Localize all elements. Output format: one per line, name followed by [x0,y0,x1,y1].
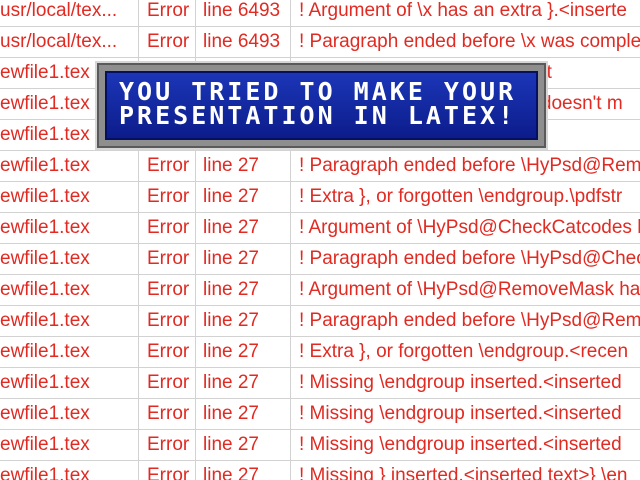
message-cell: ! Missing } inserted.<inserted text>} \e… [299,465,628,480]
type-cell: Error [147,248,190,269]
line-cell: line 27 [203,434,259,455]
line-cell: line 27 [203,465,259,480]
type-cell: Error [147,341,190,362]
file-cell: ewfile1.tex [0,434,90,455]
type-cell: Error [147,279,190,300]
meme-caption-line-2: PRESENTATION IN LATEX! [119,101,517,130]
line-cell: line 27 [203,248,259,269]
type-cell: Error [147,310,190,331]
type-cell: Error [147,155,190,176]
line-cell: line 6493 [203,0,281,21]
message-cell: ! Paragraph ended before \HyPsd@Remo [299,155,640,176]
table-row[interactable]: ewfile1.tex Error line 27 ! Argument of \Hy… [0,213,640,244]
line-cell: line 27 [203,155,259,176]
file-cell: usr/local/tex... [0,31,118,52]
type-cell: Error [147,403,190,424]
line-cell: line 27 [203,403,259,424]
message-cell: ! Paragraph ended before \HyPsd@Check [299,248,640,269]
line-cell: line 27 [203,279,259,300]
message-cell: ! Paragraph ended before \x was comple [299,31,640,52]
file-cell: ewfile1.tex [0,310,90,331]
type-cell: Error [147,434,190,455]
file-cell: ewfile1.tex [0,465,90,480]
file-cell: ewfile1.tex [0,372,90,393]
line-cell: line 27 [203,186,259,207]
message-cell: ! Argument of \HyPsd@RemoveMask has [299,279,640,300]
line-cell: line 27 [203,372,259,393]
table-row[interactable]: ewfile1.tex Error line 27 ! Missing \endgro… [0,399,640,430]
file-cell: usr/local/tex... [0,0,118,21]
file-cell: ewfile1.tex [0,341,90,362]
line-cell: line 27 [203,341,259,362]
message-cell: ! Missing \endgroup inserted.<inserted [299,434,622,455]
table-row[interactable]: ewfile1.tex Error line 27 ! Paragraph ended… [0,306,640,337]
file-cell: ewfile1.tex [0,186,90,207]
table-row[interactable]: ewfile1.tex Error line 27 ! Extra }, or for… [0,182,640,213]
table-row[interactable]: ewfile1.tex Error line 27 ! Paragraph ended… [0,151,640,182]
file-cell: ewfile1.tex [0,248,90,269]
message-cell: ! Missing \endgroup inserted.<inserted [299,372,622,393]
file-cell: ewfile1.tex [0,403,90,424]
table-row[interactable]: ewfile1.tex Error line 27 ! Missing \endgro… [0,430,640,461]
table-row[interactable]: ewfile1.tex Error line 27 ! Argument of \Hy… [0,275,640,306]
file-cell: ewfile1.tex [0,155,90,176]
type-cell: Error [147,372,190,393]
message-cell: ! Extra }, or forgotten \endgroup.<recen [299,341,629,362]
line-cell: line 27 [203,310,259,331]
table-row[interactable]: ewfile1.tex Error line 27 ! Missing } inser… [0,461,640,480]
table-row[interactable]: ewfile1.tex Error line 27 ! Paragraph ended… [0,244,640,275]
message-cell: ! Argument of \HyPsd@CheckCatcodes h [299,217,640,238]
table-row[interactable]: usr/local/tex... Error line 6493 ! Argument… [0,0,640,27]
message-cell: ! Extra }, or forgotten \endgroup.\pdfst… [299,186,623,207]
meme-caption-panel: YOU TRIED TO MAKE YOUR PRESENTATION IN L… [105,71,538,140]
message-cell: ! Paragraph ended before \HyPsd@Remo [299,310,640,331]
table-row[interactable]: ewfile1.tex Error line 27 ! Extra }, or for… [0,337,640,368]
table-row[interactable]: usr/local/tex... Error line 6493 ! Paragrap… [0,27,640,58]
message-cell: ! Argument of \x has an extra }.<inserte [299,0,627,21]
type-cell: Error [147,217,190,238]
meme-caption-box: YOU TRIED TO MAKE YOUR PRESENTATION IN L… [95,61,548,150]
type-cell: Error [147,0,190,21]
file-cell: ewfile1.tex [0,279,90,300]
type-cell: Error [147,465,190,480]
line-cell: line 6493 [203,31,281,52]
table-row[interactable]: ewfile1.tex Error line 27 ! Missing \endgro… [0,368,640,399]
line-cell: line 27 [203,217,259,238]
file-cell: ewfile1.tex [0,217,90,238]
type-cell: Error [147,186,190,207]
message-cell: ! Missing \endgroup inserted.<inserted [299,403,622,424]
type-cell: Error [147,31,190,52]
